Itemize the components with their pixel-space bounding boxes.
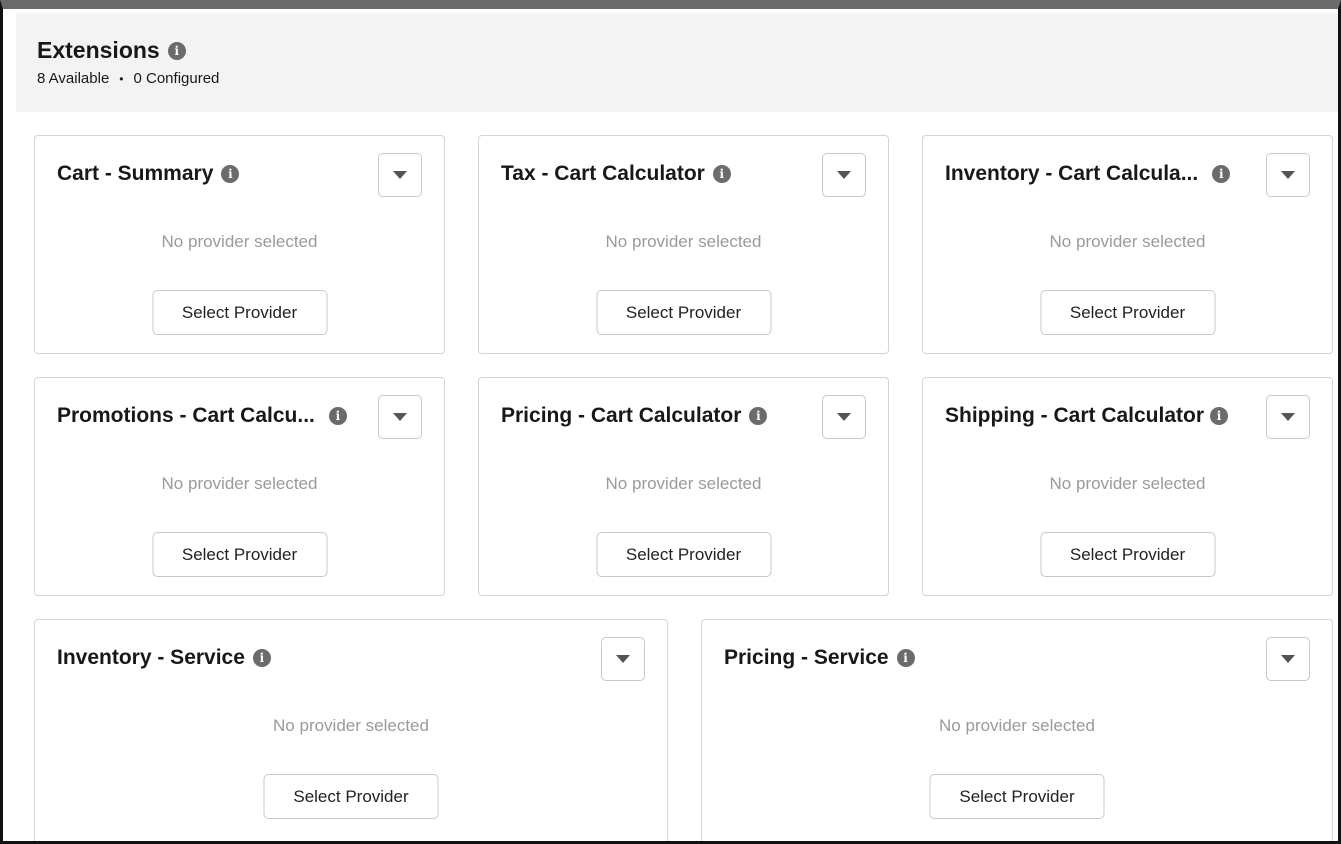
separator-dot: • [119,71,124,86]
page-title: Extensions i [37,37,186,64]
card-menu-button[interactable] [1266,153,1310,197]
card-title: Shipping - Cart Calculator i [945,404,1229,428]
card-menu-button[interactable] [822,153,866,197]
extensions-summary: 8 Available • 0 Configured [37,70,219,87]
extension-card-promotions-cart-calculator: Promotions - Cart Calcu... i No provider… [34,377,445,596]
info-icon[interactable]: i [1212,165,1231,183]
chevron-down-icon [837,171,851,179]
info-icon[interactable]: i [749,407,768,425]
select-provider-button[interactable]: Select Provider [929,774,1105,819]
extension-card-cart-summary: Cart - Summary i No provider selected Se… [34,135,445,354]
select-provider-button[interactable]: Select Provider [596,532,771,577]
info-icon[interactable]: i [896,649,915,667]
card-title: Inventory - Service i [57,646,271,670]
select-provider-button[interactable]: Select Provider [263,774,439,819]
card-title: Tax - Cart Calculator i [501,162,731,186]
select-provider-button[interactable]: Select Provider [1040,532,1215,577]
provider-status: No provider selected [161,232,318,251]
provider-status: No provider selected [161,474,318,493]
extension-card-inventory-cart-calculator: Inventory - Cart Calcula... i No provide… [922,135,1333,354]
card-title-text: Shipping - Cart Calculator [945,404,1205,427]
chevron-down-icon [837,413,851,421]
card-title-text: Pricing - Service [724,646,889,669]
info-icon[interactable]: i [221,165,240,183]
select-provider-button[interactable]: Select Provider [1040,290,1215,335]
card-title: Promotions - Cart Calcu... i [57,404,347,428]
chevron-down-icon [1281,413,1295,421]
card-menu-button[interactable] [822,395,866,439]
card-title: Pricing - Service i [724,646,915,670]
chevron-down-icon [616,655,630,663]
card-menu-button[interactable] [1266,395,1310,439]
card-menu-button[interactable] [378,395,422,439]
card-title-text: Promotions - Cart Calcu... [57,404,315,427]
chevron-down-icon [393,413,407,421]
configured-count: 0 Configured [133,70,220,87]
chevron-down-icon [393,171,407,179]
extension-card-pricing-cart-calculator: Pricing - Cart Calculator i No provider … [478,377,889,596]
card-title: Pricing - Cart Calculator i [501,404,768,428]
info-icon[interactable]: i [328,407,347,425]
provider-status: No provider selected [1049,474,1206,493]
extension-card-pricing-service: Pricing - Service i No provider selected… [701,619,1333,841]
provider-status: No provider selected [1049,232,1206,251]
provider-status: No provider selected [939,716,1095,735]
provider-status: No provider selected [605,474,762,493]
select-provider-button[interactable]: Select Provider [152,290,327,335]
provider-status: No provider selected [605,232,762,251]
extensions-header: Extensions i 8 Available • 0 Configured [16,13,1338,112]
card-title-text: Pricing - Cart Calculator [501,404,742,427]
chevron-down-icon [1281,655,1295,663]
card-menu-button[interactable] [1266,637,1310,681]
info-icon[interactable]: i [712,165,731,183]
extension-card-inventory-service: Inventory - Service i No provider select… [34,619,668,841]
page-title-text: Extensions [37,37,160,63]
extension-card-tax-cart-calculator: Tax - Cart Calculator i No provider sele… [478,135,889,354]
select-provider-button[interactable]: Select Provider [152,532,327,577]
card-title: Cart - Summary i [57,162,240,186]
card-title: Inventory - Cart Calcula... i [945,162,1231,186]
provider-status: No provider selected [273,716,429,735]
card-title-text: Cart - Summary [57,162,214,185]
card-menu-button[interactable] [601,637,645,681]
card-title-text: Tax - Cart Calculator [501,162,705,185]
chevron-down-icon [1281,171,1295,179]
card-menu-button[interactable] [378,153,422,197]
select-provider-button[interactable]: Select Provider [596,290,771,335]
extensions-panel: Extensions i 8 Available • 0 Configured … [0,0,1341,844]
info-icon[interactable]: i [252,649,271,667]
card-title-text: Inventory - Cart Calcula... [945,162,1199,185]
info-icon[interactable]: i [167,41,186,60]
info-icon[interactable]: i [1210,407,1229,425]
extension-card-shipping-cart-calculator: Shipping - Cart Calculator i No provider… [922,377,1333,596]
card-title-text: Inventory - Service [57,646,245,669]
available-count: 8 Available [37,70,110,87]
